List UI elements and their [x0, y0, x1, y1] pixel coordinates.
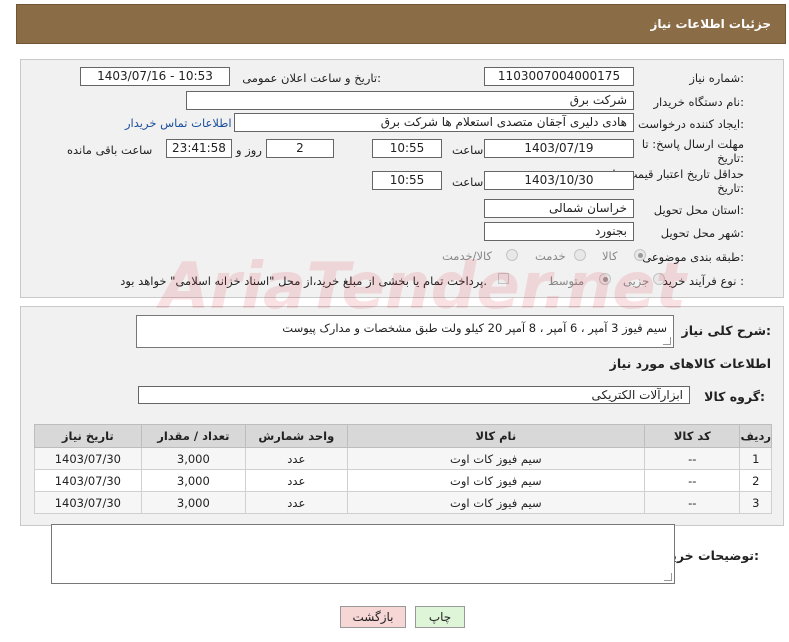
deadline-label-line-2: تاریخ:	[717, 151, 744, 165]
announce-label: تاریخ و ساعت اعلان عمومی:	[242, 71, 381, 85]
buyer-notes-textarea[interactable]	[51, 524, 675, 584]
city-field: بجنورد	[484, 222, 634, 241]
description-label: شرح کلی نیاز:	[681, 323, 772, 338]
category-label: طبقه بندی موضوعی:	[642, 250, 744, 264]
buyer-org-label: نام دستگاه خریدار:	[653, 95, 744, 109]
city-label: شهر محل تحویل:	[660, 226, 744, 240]
cell-name: سیم فیوز کات اوت	[346, 469, 646, 492]
contact-info-link[interactable]: اطلاعات تماس خریدار	[125, 116, 232, 130]
goods-table: ردیف کد کالا نام کالا واحد شمارش تعداد /…	[34, 424, 772, 514]
cell-unit: عدد	[245, 469, 348, 492]
category-option-goods-service: کالا/خدمت	[442, 249, 493, 263]
cell-qty: 3,000	[140, 469, 247, 492]
cell-code: --	[644, 469, 741, 492]
cell-idx: 1	[739, 447, 772, 470]
cell-code: --	[644, 491, 741, 514]
cell-name: سیم فیوز کات اوت	[346, 447, 646, 470]
remaining-label: ساعت باقی مانده	[67, 143, 153, 157]
process-radio-minor[interactable]	[653, 273, 665, 285]
days-label: روز و	[236, 143, 262, 157]
cell-unit: عدد	[245, 447, 348, 470]
need-number-label: شماره نیاز:	[689, 71, 744, 85]
back-button[interactable]: بازگشت	[340, 606, 406, 628]
page-header: جزئیات اطلاعات نیاز	[16, 4, 786, 44]
category-option-service: خدمت	[535, 249, 566, 263]
buyer-org-field: شرکت برق	[186, 91, 634, 110]
print-button[interactable]: چاپ	[415, 606, 465, 628]
creator-label: ایجاد کننده درخواست:	[638, 117, 744, 131]
table-row: 3 -- سیم فیوز کات اوت عدد 3,000 1403/07/…	[34, 491, 772, 514]
col-name: نام کالا	[346, 424, 646, 448]
cell-idx: 2	[739, 469, 772, 492]
cell-date: 1403/07/30	[34, 469, 142, 492]
resize-grip[interactable]	[663, 337, 671, 345]
cell-code: --	[644, 447, 741, 470]
category-radio-service[interactable]	[574, 249, 586, 261]
notes-resize-grip[interactable]	[664, 573, 672, 581]
validity-date-field: 1403/10/30	[484, 171, 634, 190]
table-row: 1 -- سیم فیوز کات اوت عدد 3,000 1403/07/…	[34, 447, 772, 470]
process-radio-medium[interactable]	[599, 273, 611, 285]
col-code: کد کالا	[644, 424, 741, 448]
col-date: تاریخ نیاز	[34, 424, 142, 448]
validity-time-field: 10:55	[372, 171, 442, 190]
process-label: نوع فرآیند خرید :	[662, 274, 744, 288]
remaining-time-field: 23:41:58	[166, 139, 232, 158]
need-number-field: 1103007004000175	[484, 67, 634, 86]
creator-field: هادی دلیری آجقان متصدی استعلام ها شرکت ب…	[234, 113, 634, 132]
cell-idx: 3	[739, 491, 772, 514]
col-qty: تعداد / مقدار	[140, 424, 247, 448]
deadline-date-field: 1403/07/19	[484, 139, 634, 158]
goods-section-title: اطلاعات کالاهای مورد نیاز	[609, 356, 771, 371]
announce-field: 1403/07/16 - 10:53	[80, 67, 230, 86]
cell-qty: 3,000	[140, 447, 247, 470]
cell-qty: 3,000	[140, 491, 247, 514]
cell-unit: عدد	[245, 491, 348, 514]
page-title: جزئیات اطلاعات نیاز	[650, 17, 771, 31]
deadline-time-label: ساعت	[452, 143, 484, 157]
goods-group-label: گروه کالا:	[704, 389, 765, 404]
goods-table-header: ردیف کد کالا نام کالا واحد شمارش تعداد /…	[34, 424, 772, 448]
treasury-payment-checkbox[interactable]	[498, 273, 509, 284]
province-label: استان محل تحویل:	[653, 203, 744, 217]
goods-group-field: ابزارآلات الکتریکی	[138, 386, 690, 404]
cell-name: سیم فیوز کات اوت	[346, 491, 646, 514]
days-field: 2	[266, 139, 334, 158]
description-textarea[interactable]: سیم فیوز 3 آمپر ، 6 آمپر ، 8 آمپر 20 کیل…	[136, 315, 674, 348]
process-option-medium: متوسط	[548, 274, 585, 288]
treasury-payment-note: پرداخت تمام یا بخشی از مبلغ خرید،از محل …	[120, 274, 487, 288]
province-field: خراسان شمالی	[484, 199, 634, 218]
process-option-minor: جزیی	[623, 274, 650, 288]
deadline-label-line-1: مهلت ارسال پاسخ: تا	[641, 137, 744, 151]
category-radio-goods[interactable]	[634, 249, 646, 261]
description-text: سیم فیوز 3 آمپر ، 6 آمپر ، 8 آمپر 20 کیل…	[282, 321, 667, 335]
deadline-time-field: 10:55	[372, 139, 442, 158]
table-row: 2 -- سیم فیوز کات اوت عدد 3,000 1403/07/…	[34, 469, 772, 492]
col-row-index: ردیف	[739, 424, 772, 448]
deadline-label: مهلت ارسال پاسخ: تا تاریخ:	[642, 137, 744, 165]
category-radio-goods-service[interactable]	[506, 249, 518, 261]
col-unit: واحد شمارش	[245, 424, 348, 448]
category-option-goods: کالا	[602, 249, 618, 263]
validity-time-label: ساعت	[452, 175, 484, 189]
cell-date: 1403/07/30	[34, 491, 142, 514]
cell-date: 1403/07/30	[34, 447, 142, 470]
